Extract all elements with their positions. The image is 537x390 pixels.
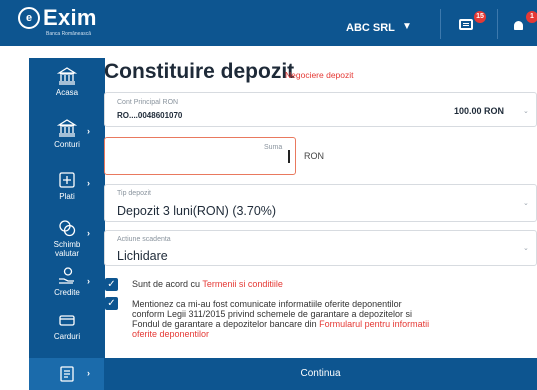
chevron-down-icon: ⌄	[523, 108, 529, 115]
logo-mark-icon: e	[18, 7, 40, 29]
amount-currency: RON	[304, 151, 324, 161]
terms-consent-text: Sunt de acord cu Termenii si conditiile	[132, 279, 283, 289]
chevron-down-icon: ⌄	[523, 245, 529, 252]
divider	[497, 9, 498, 39]
deposit-type-label: Tip depozit	[117, 190, 151, 197]
depositor-info-form-link[interactable]: Formularul pentru informatii	[319, 319, 429, 329]
account-label: Cont Principal RON	[117, 99, 179, 106]
currency-exchange-icon	[59, 220, 76, 237]
chevron-right-icon: ›	[87, 228, 90, 238]
sidebar-item-label: Plati	[59, 192, 75, 201]
sidebar: Acasa Conturi › Plati › Schimb valutar ›…	[29, 58, 105, 390]
top-bar: e Exim Banca Românească ABC SRL ▼ 15 1	[0, 0, 537, 46]
company-selector[interactable]: ABC SRL	[346, 22, 395, 34]
deposit-icon	[60, 366, 74, 382]
bank-icon	[57, 119, 77, 137]
sidebar-item-conturi[interactable]: Conturi	[29, 118, 105, 149]
info-consent-checkbox[interactable]: ✓	[105, 297, 118, 310]
info-consent-line: Mentionez ca mi-au fost comunicate infor…	[132, 299, 402, 309]
messages-badge: 15	[474, 11, 486, 23]
page-title: Constituire depozit	[104, 60, 295, 83]
sidebar-item-acasa[interactable]: Acasa	[29, 66, 105, 97]
bank-icon	[57, 67, 77, 85]
maturity-action-select[interactable]: Actiune scadenta Lichidare ⌄	[104, 230, 537, 266]
sidebar-item-label: Conturi	[54, 140, 80, 149]
exim-logo[interactable]: e Exim Banca Românească	[18, 5, 97, 37]
chevron-right-icon: ›	[87, 368, 90, 378]
messages-icon[interactable]	[459, 19, 473, 30]
terms-link[interactable]: Termenii si conditiile	[202, 279, 283, 289]
account-select[interactable]: Cont Principal RON RO....0048601070 100.…	[104, 92, 537, 127]
chevron-down-icon: ⌄	[523, 200, 529, 207]
sidebar-item-label: Schimb	[53, 240, 81, 249]
sidebar-item-carduri[interactable]: Carduri	[29, 310, 105, 341]
payments-icon	[59, 172, 75, 188]
logo-subtitle: Banca Românească	[46, 31, 92, 37]
info-consent-text: Mentionez ca mi-au fost comunicate infor…	[132, 299, 537, 339]
sidebar-item-label: Carduri	[53, 332, 81, 341]
chevron-right-icon: ›	[87, 178, 90, 188]
deposit-type-value: Depozit 3 luni(RON) (3.70%)	[117, 204, 277, 218]
amount-label: Suma	[264, 144, 283, 151]
sidebar-item-label: valutar	[54, 249, 79, 258]
amount-input[interactable]: Suma	[104, 137, 296, 175]
sidebar-item-schimb-valutar[interactable]: Schimb valutar	[29, 218, 105, 258]
deposit-type-select[interactable]: Tip depozit Depozit 3 luni(RON) (3.70%) …	[104, 184, 537, 222]
text-cursor	[288, 150, 290, 163]
sidebar-item-label: Credite	[54, 288, 80, 297]
account-balance: 100.00 RON	[454, 106, 505, 116]
sidebar-item-credite[interactable]: Credite	[29, 266, 105, 297]
credit-hand-icon	[59, 267, 74, 284]
chevron-right-icon: ›	[87, 126, 90, 136]
maturity-action-value: Lichidare	[117, 249, 168, 263]
chevron-right-icon: ›	[87, 276, 90, 286]
negotiate-deposit-link[interactable]: Negociere depozit	[285, 70, 354, 80]
terms-consent-prefix: Sunt de acord cu	[132, 279, 203, 289]
info-consent-line: conform Legii 311/2015 privind schemele …	[132, 309, 413, 319]
logo-text: Exim	[43, 5, 97, 30]
depositor-info-form-link[interactable]: oferite deponentilor	[132, 329, 537, 339]
chevron-down-icon[interactable]: ▼	[402, 21, 412, 32]
continue-button[interactable]: Continua	[104, 358, 537, 390]
info-consent-line: Fondul de garantare a depozitelor bancar…	[132, 319, 320, 329]
account-number: RO....0048601070	[117, 111, 183, 120]
maturity-action-label: Actiune scadenta	[117, 236, 171, 243]
divider	[440, 9, 441, 39]
sidebar-item-plati[interactable]: Plati	[29, 170, 105, 201]
notifications-badge: 1	[526, 11, 537, 23]
terms-checkbox[interactable]: ✓	[105, 278, 118, 291]
sidebar-item-label: Acasa	[55, 88, 79, 97]
sidebar-item-depozite[interactable]	[29, 358, 105, 390]
card-icon	[59, 315, 75, 326]
bell-icon[interactable]	[514, 21, 523, 30]
